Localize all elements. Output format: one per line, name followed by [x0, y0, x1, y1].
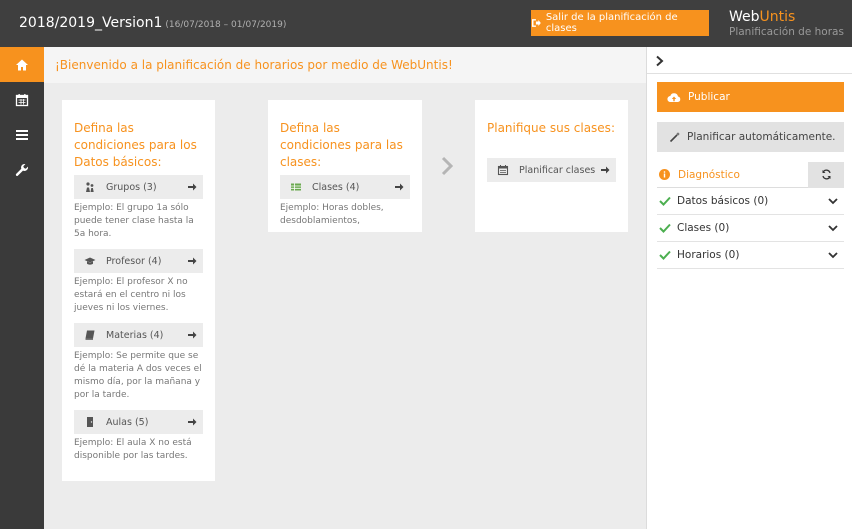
check-icon: [659, 196, 671, 206]
door-icon: [87, 417, 93, 427]
arrow-right-icon: [188, 183, 197, 191]
brand-web: Web: [729, 9, 760, 25]
sidebar-item-list[interactable]: [0, 117, 44, 152]
sidebar-item-settings[interactable]: [0, 152, 44, 187]
groups-button[interactable]: Grupos (3): [74, 175, 203, 199]
rooms-label: Aulas (5): [106, 416, 149, 428]
diag-item-label: Datos básicos (0): [677, 195, 769, 207]
wrench-icon: [15, 163, 29, 176]
calendar-icon: [15, 93, 29, 106]
groups-example: Ejemplo: El grupo 1a sólo puede tener cl…: [74, 203, 194, 239]
brand-untis: Untis: [759, 9, 796, 25]
right-panel: Publicar Planificar automáticamente. Dia…: [646, 47, 852, 529]
subjects-example: Ejemplo: Se permite que se dé la materia…: [74, 351, 202, 400]
top-bar: 2018/2019_Version1 (16/07/2018 – 01/07/20…: [0, 0, 852, 47]
classes-button[interactable]: Clases (4): [280, 175, 410, 199]
sidebar-item-home[interactable]: [0, 47, 44, 82]
classes-label: Clases (4): [312, 181, 360, 193]
version-dates: (16/07/2018 – 01/07/2019): [165, 20, 287, 30]
sign-out-icon: [531, 19, 541, 27]
plan-card: Planifique sus clases: Planificar clases: [475, 100, 628, 232]
group-icon: [86, 182, 94, 192]
diagnostic-header: Diagnóstico: [657, 161, 844, 188]
brand-subtitle: Planificación de horas: [729, 26, 844, 38]
arrow-right-icon: [395, 183, 404, 191]
diagnostic-list: Datos básicos (0) Clases (0) Horarios (0…: [657, 188, 844, 269]
teachers-example: Ejemplo: El profesor X no estará en el c…: [74, 277, 188, 313]
chevron-down-icon: [828, 251, 838, 258]
diag-item-basic-data[interactable]: Datos básicos (0): [657, 188, 844, 215]
refresh-diagnostic-button[interactable]: [808, 161, 844, 188]
cloud-upload-icon: [667, 92, 681, 102]
webuntis-logo: WebUntis Planificación de horas: [729, 9, 844, 38]
diag-item-timetables[interactable]: Horarios (0): [657, 242, 844, 269]
magic-wand-icon: [669, 132, 680, 143]
classes-card: Defina las condiciones para las clases: …: [268, 100, 422, 232]
calendar-icon: [497, 165, 509, 176]
collapse-panel-icon[interactable]: [655, 55, 665, 67]
arrow-right-icon: [188, 257, 197, 265]
publish-button[interactable]: Publicar: [657, 82, 844, 112]
graduation-cap-icon: [84, 257, 96, 265]
check-icon: [659, 250, 671, 260]
teachers-label: Profesor (4): [106, 255, 162, 267]
teachers-button[interactable]: Profesor (4): [74, 249, 203, 273]
diag-item-label: Horarios (0): [677, 249, 740, 261]
divider: [647, 73, 852, 74]
refresh-icon: [821, 169, 831, 180]
sidebar-item-calendar[interactable]: [0, 82, 44, 117]
version-name: 2018/2019_Version1: [19, 15, 163, 31]
classes-example: Ejemplo: Horas dobles, desdoblamientos,: [280, 203, 384, 226]
groups-label: Grupos (3): [106, 181, 157, 193]
plan-card-title: Planifique sus clases:: [487, 121, 615, 135]
rooms-button[interactable]: Aulas (5): [74, 410, 203, 434]
diagnostic-title-area: Diagnóstico: [657, 169, 808, 181]
diag-item-label: Clases (0): [677, 222, 730, 234]
table-icon: [291, 183, 301, 191]
info-icon: [659, 169, 670, 180]
left-sidebar: [0, 47, 44, 529]
chevron-down-icon: [828, 197, 838, 204]
classes-card-title: Defina las condiciones para las clases:: [280, 121, 403, 169]
school-year-title: 2018/2019_Version1 (16/07/2018 – 01/07/20…: [19, 15, 286, 31]
book-icon: [85, 330, 95, 340]
home-icon: [16, 59, 28, 70]
arrow-right-icon: [188, 418, 197, 426]
chevron-right-icon: [441, 156, 454, 176]
plan-classes-button[interactable]: Planificar clases: [487, 158, 616, 182]
arrow-right-icon: [601, 166, 610, 174]
diag-item-classes[interactable]: Clases (0): [657, 215, 844, 242]
subjects-button[interactable]: Materias (4): [74, 323, 203, 347]
chevron-down-icon: [828, 224, 838, 231]
plan-classes-label: Planificar clases: [519, 164, 596, 176]
exit-planning-label: Salir de la planificación de clases: [545, 12, 678, 34]
subjects-label: Materias (4): [106, 329, 164, 341]
auto-plan-button[interactable]: Planificar automáticamente.: [657, 122, 844, 152]
basic-data-title: Defina las condiciones para los Datos bá…: [74, 121, 197, 169]
publish-label: Publicar: [688, 91, 730, 103]
check-icon: [659, 223, 671, 233]
exit-planning-button[interactable]: Salir de la planificación de clases: [531, 10, 709, 36]
arrow-right-icon: [188, 331, 197, 339]
basic-data-card: Defina las condiciones para los Datos bá…: [62, 100, 215, 481]
diagnostic-title: Diagnóstico: [678, 168, 740, 181]
rooms-example: Ejemplo: El aula X no está disponible po…: [74, 438, 192, 461]
list-icon: [16, 129, 28, 140]
auto-plan-label: Planificar automáticamente.: [687, 131, 836, 143]
welcome-message: ¡Bienvenido a la planificación de horari…: [44, 47, 646, 83]
